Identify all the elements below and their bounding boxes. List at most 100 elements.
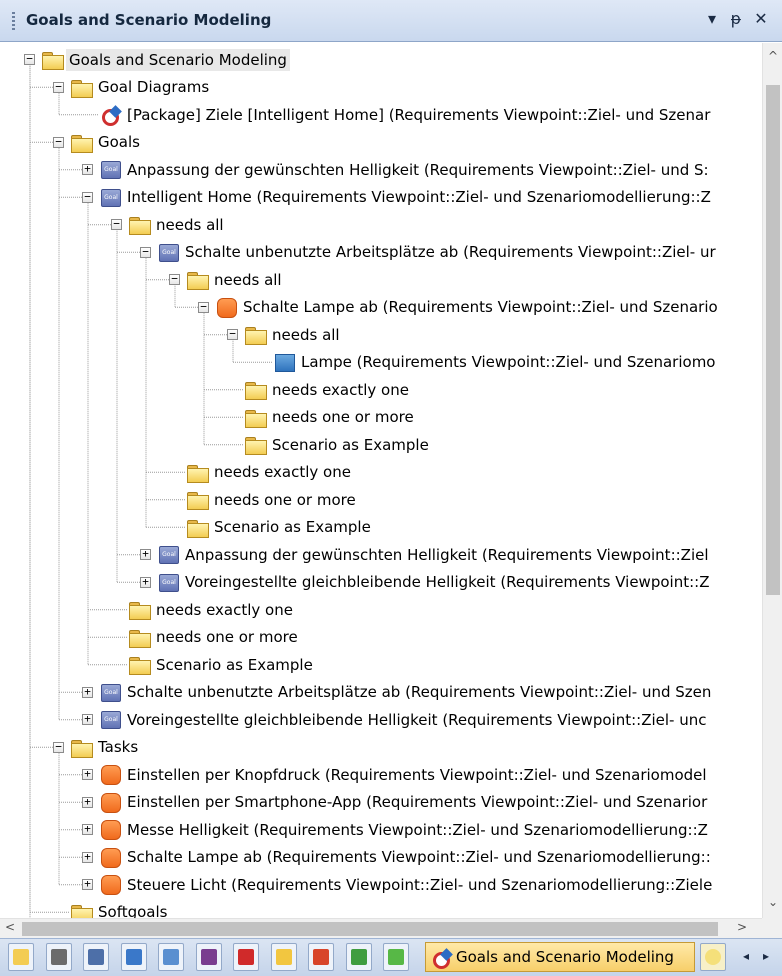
tree-node-goal[interactable]: − Intelligent Home (Requirements Viewpoin… bbox=[0, 184, 762, 211]
tab-window[interactable] bbox=[83, 943, 109, 971]
tree-node-goal[interactable]: + Schalte unbenutzte Arbeitsplätze ab (Re… bbox=[0, 679, 762, 706]
expand-icon[interactable]: + bbox=[140, 548, 151, 560]
tree-node-goal[interactable]: + Voreingestellte gleichbleibende Helligk… bbox=[0, 569, 762, 596]
tree-node-task[interactable]: + Steuere Licht (Requirements Viewpoint::… bbox=[0, 871, 762, 898]
collapse-icon[interactable]: − bbox=[169, 273, 180, 285]
collapse-icon[interactable]: − bbox=[24, 53, 35, 65]
tree-node-goal[interactable]: + Anpassung der gewünschten Helligkeit (R… bbox=[0, 156, 762, 183]
tree-node-folder[interactable]: needs one or more bbox=[0, 404, 762, 431]
tab-pencil[interactable] bbox=[45, 943, 72, 971]
tree-node-label: Lampe (Requirements Viewpoint::Ziel- und… bbox=[301, 353, 716, 371]
collapse-icon[interactable]: − bbox=[53, 81, 64, 93]
tree-node-task[interactable]: + Messe Helligkeit (Requirements Viewpoin… bbox=[0, 816, 762, 843]
tab-panel[interactable] bbox=[158, 943, 184, 971]
folder-icon bbox=[13, 949, 29, 965]
tab-arrow-flow[interactable] bbox=[308, 943, 334, 971]
project-browser-tree[interactable]: − Goals and Scenario Modeling − Goal Diagra… bbox=[0, 43, 782, 918]
collapse-icon[interactable]: − bbox=[198, 301, 209, 313]
drag-grip-icon[interactable] bbox=[12, 12, 15, 30]
folder-icon bbox=[244, 380, 267, 400]
tree-node-folder[interactable]: − Goal Diagrams bbox=[0, 74, 762, 101]
tree-node-folder[interactable]: Scenario as Example bbox=[0, 431, 762, 458]
expand-icon[interactable]: + bbox=[82, 823, 93, 835]
tree-node-folder[interactable]: Scenario as Example bbox=[0, 514, 762, 541]
expand-icon[interactable]: + bbox=[140, 576, 151, 588]
tree-node-folder[interactable]: − needs all bbox=[0, 211, 762, 238]
close-button[interactable]: ✕ bbox=[752, 9, 770, 28]
tree-node-label: Scenario as Example bbox=[214, 518, 371, 536]
tree-node-folder[interactable]: needs exactly one bbox=[0, 459, 762, 486]
tree-node-folder[interactable]: − needs all bbox=[0, 266, 762, 293]
tree-node-label: needs one or more bbox=[272, 408, 414, 426]
tree-node-label: needs one or more bbox=[156, 628, 298, 646]
expand-icon[interactable]: + bbox=[82, 768, 93, 780]
tree-node-folder[interactable]: − needs all bbox=[0, 321, 762, 348]
collapse-icon[interactable]: − bbox=[111, 218, 122, 230]
collapse-icon[interactable]: − bbox=[53, 136, 64, 148]
tree-node-folder[interactable]: Softgoals bbox=[0, 899, 762, 918]
diagram-icon bbox=[430, 948, 452, 969]
expand-icon[interactable]: + bbox=[82, 796, 93, 808]
tree-node-goal[interactable]: − Schalte unbenutzte Arbeitsplätze ab (Re… bbox=[0, 239, 762, 266]
scrollbar-corner bbox=[762, 918, 782, 938]
tree-node-folder[interactable]: needs exactly one bbox=[0, 376, 762, 403]
tree-node-diagram[interactable]: [Package] Ziele [Intelligent Home] (Requ… bbox=[0, 101, 762, 128]
collapse-icon[interactable]: − bbox=[53, 741, 64, 753]
tab-scroll-right-icon[interactable]: ▸ bbox=[757, 949, 775, 963]
expand-icon[interactable]: + bbox=[82, 878, 93, 890]
tree-node-task[interactable]: + Einstellen per Knopfdruck (Requirements… bbox=[0, 761, 762, 788]
expand-icon[interactable]: + bbox=[82, 851, 93, 863]
expand-icon[interactable]: + bbox=[82, 686, 93, 698]
tree-node-task[interactable]: − Schalte Lampe ab (Requirements Viewpoin… bbox=[0, 294, 762, 321]
expand-icon[interactable]: + bbox=[82, 713, 93, 725]
scroll-left-arrow-icon[interactable]: < bbox=[0, 920, 20, 934]
tab-add[interactable] bbox=[383, 943, 409, 971]
scroll-up-arrow-icon[interactable]: ^ bbox=[763, 49, 782, 63]
tree-node-label: Tasks bbox=[98, 738, 139, 756]
yellow-box-icon bbox=[275, 949, 292, 965]
tree-node-label: Goals bbox=[98, 133, 140, 151]
goal-element-icon bbox=[157, 573, 179, 592]
tab-goals-and-scenario-modeling[interactable]: Goals and Scenario Modeling bbox=[425, 942, 695, 972]
expand-icon[interactable]: + bbox=[82, 163, 93, 175]
tree-node-element[interactable]: Lampe (Requirements Viewpoint::Ziel- und… bbox=[0, 349, 762, 376]
pin-button[interactable]: ᵽ bbox=[727, 9, 745, 28]
tree-node-label: Schalte unbenutzte Arbeitsplätze ab (Req… bbox=[127, 683, 712, 701]
tree-node-folder[interactable]: − Tasks bbox=[0, 734, 762, 761]
tab-scroll-left-icon[interactable]: ◂ bbox=[737, 949, 755, 963]
tab-hierarchy[interactable] bbox=[120, 943, 147, 971]
folder-icon bbox=[186, 463, 209, 483]
vertical-scrollbar[interactable]: ^ ⌄ bbox=[762, 43, 782, 918]
tree-node-goal[interactable]: + Anpassung der gewünschten Helligkeit (R… bbox=[0, 541, 762, 568]
tab-book[interactable] bbox=[195, 943, 222, 971]
collapse-icon[interactable]: − bbox=[140, 246, 151, 258]
tree-node-folder[interactable]: needs one or more bbox=[0, 624, 762, 651]
tab-yellow-box[interactable] bbox=[270, 943, 297, 971]
tree-node-label: Goal Diagrams bbox=[98, 78, 210, 96]
tab-hint-bulb[interactable] bbox=[700, 943, 726, 971]
tree-node-folder[interactable]: needs one or more bbox=[0, 486, 762, 513]
tree-node-folder[interactable]: − Goals and Scenario Modeling bbox=[0, 46, 762, 73]
horizontal-scrollbar[interactable]: < > bbox=[0, 918, 762, 938]
folder-icon bbox=[70, 78, 93, 98]
folder-icon bbox=[41, 50, 64, 70]
horizontal-scroll-thumb[interactable] bbox=[22, 922, 718, 936]
collapse-icon[interactable]: − bbox=[227, 328, 238, 340]
tree-node-task[interactable]: + Einstellen per Smartphone-App (Requirem… bbox=[0, 789, 762, 816]
tree-node-task[interactable]: + Schalte Lampe ab (Requirements Viewpoin… bbox=[0, 844, 762, 871]
tree-node-goal[interactable]: + Voreingestellte gleichbleibende Helligk… bbox=[0, 706, 762, 733]
collapse-icon[interactable]: − bbox=[82, 191, 93, 203]
tab-puzzle[interactable] bbox=[345, 943, 372, 971]
tree-node-folder[interactable]: − Goals bbox=[0, 129, 762, 156]
scroll-down-arrow-icon[interactable]: ⌄ bbox=[763, 895, 782, 909]
tree-node-label: Scenario as Example bbox=[272, 435, 429, 454]
tab-stack[interactable] bbox=[233, 943, 259, 971]
tab-folder[interactable] bbox=[8, 943, 34, 971]
tree-node-folder[interactable]: Scenario as Example bbox=[0, 651, 762, 678]
scroll-right-arrow-icon[interactable]: > bbox=[732, 920, 752, 934]
vertical-scroll-thumb[interactable] bbox=[766, 85, 780, 595]
dropdown-menu-button[interactable]: ▾ bbox=[703, 9, 721, 28]
tree-node-folder[interactable]: needs exactly one bbox=[0, 596, 762, 623]
tree-node-label: Anpassung der gewünschten Helligkeit (Re… bbox=[185, 545, 709, 564]
tree-node-label: Softgoals bbox=[98, 903, 168, 918]
